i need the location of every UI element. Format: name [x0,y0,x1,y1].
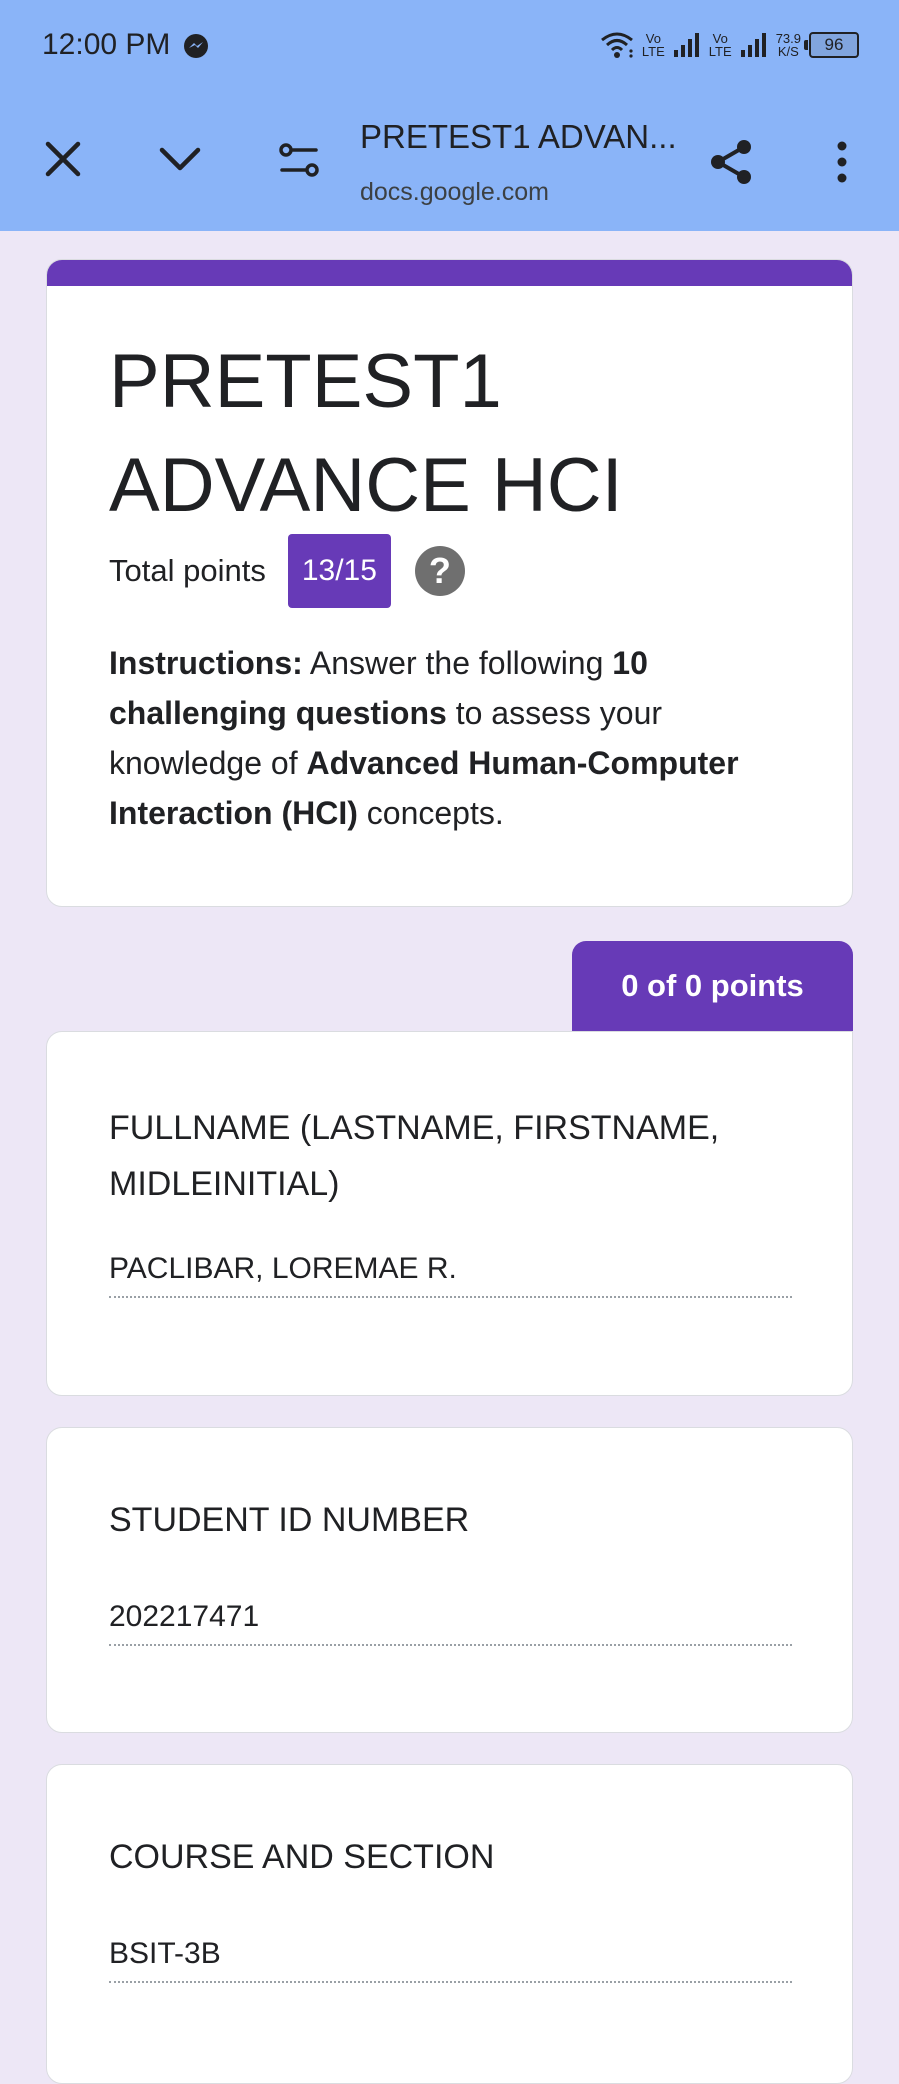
status-icons: Vo LTE Vo LTE 73.9 K/S 96 [600,24,859,66]
header-accent-bar [47,260,852,286]
browser-toolbar: PRETEST1 ADVAN... docs.google.com [0,92,899,231]
form-instructions: Instructions: Answer the following 10 ch… [109,645,739,831]
chevron-down-icon[interactable] [156,136,204,184]
answer-value: PACLIBAR, LOREMAE R. [109,1252,792,1298]
question-label: FULLNAME (LASTNAME, FIRSTNAME, MIDLEINIT… [109,1109,720,1203]
volte-indicator-1: Vo LTE [641,31,665,59]
answer-value: BSIT-3B [109,1937,792,1983]
share-icon[interactable] [708,138,756,186]
question-card: FULLNAME (LASTNAME, FIRSTNAME, MIDLEINIT… [46,1031,853,1396]
total-points-row: Total points 13/15 ? [109,534,465,608]
page-title[interactable]: PRETEST1 ADVAN... [360,118,677,156]
site-settings-icon[interactable] [276,136,324,184]
battery-level: 96 [824,35,844,54]
question-card: COURSE AND SECTION BSIT-3B [46,1764,853,2084]
section-points-badge: 0 of 0 points [572,941,853,1031]
signal-icon [673,33,699,57]
wifi-icon [600,32,633,58]
question-label: COURSE AND SECTION [109,1838,495,1876]
top-bar: 12:00 PM Vo LTE Vo LTE 73.9 K/S 96 PRETE… [0,0,899,231]
volte-indicator-2: Vo LTE [708,31,732,59]
question-label: STUDENT ID NUMBER [109,1501,470,1539]
page-url[interactable]: docs.google.com [360,178,549,207]
more-vert-icon[interactable] [818,138,866,186]
close-icon[interactable] [40,136,88,184]
help-icon[interactable]: ? [414,546,465,596]
score-badge: 13/15 [287,534,391,608]
status-time: 12:00 PM [42,28,171,61]
form-title: PRETEST1 ADVANCE HCI [109,339,623,528]
messenger-icon [184,34,208,58]
answer-value: 202217471 [109,1600,792,1646]
form-header-card: PRETEST1 ADVANCE HCI Total points 13/15 … [46,259,853,907]
status-bar: 12:00 PM Vo LTE Vo LTE 73.9 K/S 96 [0,0,899,92]
total-points-label: Total points [109,553,266,588]
question-card: STUDENT ID NUMBER 202217471 [46,1427,853,1733]
signal-icon [740,33,766,57]
network-speed: 73.9 K/S [775,31,801,59]
battery-icon: 96 [804,32,859,58]
